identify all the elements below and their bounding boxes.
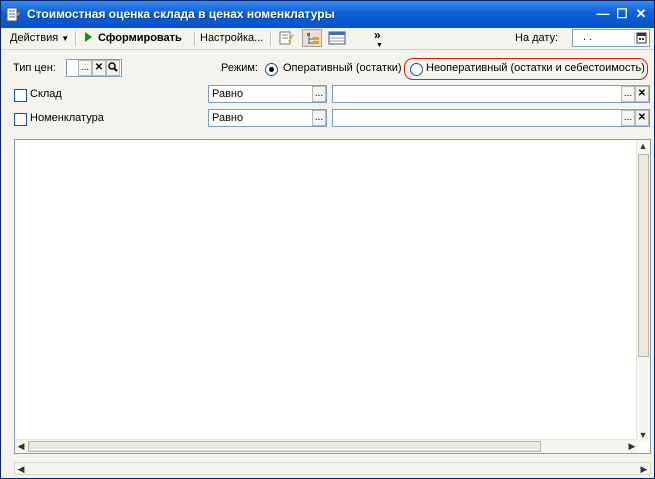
horizontal-scroll-thumb[interactable] — [28, 441, 541, 452]
vertical-scroll-thumb[interactable] — [638, 154, 649, 357]
mode-label: Режим: — [221, 62, 258, 74]
edit-report-icon[interactable] — [276, 29, 296, 47]
toolbar-separator — [75, 31, 77, 46]
horizontal-scrollbar[interactable]: ◀ ▶ — [15, 439, 638, 453]
price-type-select-button[interactable]: ... — [78, 60, 92, 76]
nomenclature-filter-row: Номенклатура Равно ... ... ✕ — [1, 108, 654, 130]
play-icon — [85, 32, 92, 42]
close-button[interactable]: ✕ — [633, 6, 649, 22]
vertical-scrollbar[interactable]: ▲ ▼ — [636, 140, 650, 441]
price-type-clear-button[interactable]: ✕ — [92, 60, 106, 76]
overflow-arrow-icon: ▼ — [376, 42, 383, 49]
actions-menu-button[interactable]: Действия ▼ — [10, 29, 69, 47]
report-window: Стоимостная оценка склада в ценах номенк… — [0, 0, 655, 479]
scroll-up-icon[interactable]: ▲ — [637, 140, 649, 152]
warehouse-clear-button[interactable]: ✕ — [635, 86, 649, 102]
warehouse-select-button[interactable]: ... — [621, 86, 635, 102]
price-type-field[interactable]: ... ✕ — [66, 59, 122, 77]
nomenclature-comparison-button[interactable]: ... — [312, 110, 326, 126]
calendar-icon[interactable] — [634, 31, 648, 45]
toolbar-separator — [270, 31, 272, 46]
table-view-icon[interactable] — [327, 29, 347, 47]
warehouse-checkbox[interactable] — [14, 89, 27, 102]
date-input[interactable]: . . — [572, 29, 650, 47]
nomenclature-checkbox[interactable] — [14, 113, 27, 126]
date-value: . . — [583, 31, 593, 43]
search-icon[interactable] — [106, 60, 120, 76]
nomenclature-select-button[interactable]: ... — [621, 110, 635, 126]
scroll-down-icon[interactable]: ▼ — [637, 429, 649, 441]
toolbar-separator — [194, 31, 196, 46]
report-result-area[interactable]: ▲ ▼ ◀ ▶ — [14, 139, 651, 454]
nomenclature-comparison-value: Равно — [212, 112, 244, 124]
scroll-right-icon[interactable]: ▶ — [626, 440, 638, 452]
command-bar: Действия ▼ Сформировать Настройка... » ▼… — [1, 28, 654, 50]
generate-label: Сформировать — [98, 32, 182, 44]
dropdown-arrow-icon: ▼ — [61, 34, 70, 43]
nomenclature-clear-button[interactable]: ✕ — [635, 110, 649, 126]
price-type-label: Тип цен: — [13, 62, 56, 74]
warehouse-comparison-value: Равно — [212, 88, 244, 100]
minimize-button[interactable]: — — [595, 6, 611, 22]
nomenclature-label: Номенклатура — [30, 112, 104, 124]
mode-operational-radio[interactable] — [265, 63, 278, 76]
report-document-icon — [6, 7, 20, 22]
title-bar[interactable]: Стоимостная оценка склада в ценах номенк… — [1, 1, 654, 28]
bottom-scroll-right-icon[interactable]: ▶ — [638, 463, 650, 475]
maximize-button[interactable]: ☐ — [614, 6, 630, 22]
generate-button[interactable]: Сформировать — [85, 29, 182, 47]
warehouse-filter-row: Склад Равно ... ... ✕ — [1, 84, 654, 106]
actions-label: Действия — [10, 32, 59, 44]
filter-tree-icon[interactable] — [302, 29, 322, 47]
warehouse-comparison-button[interactable]: ... — [312, 86, 326, 102]
scroll-left-icon[interactable]: ◀ — [15, 440, 27, 452]
settings-button[interactable]: Настройка... — [200, 29, 263, 47]
warehouse-value-field[interactable]: ... ✕ — [332, 85, 650, 103]
nomenclature-comparison-select[interactable]: Равно ... — [208, 109, 327, 127]
bottom-horizontal-scrollbar[interactable]: ◀ ▶ — [14, 462, 651, 475]
highlight-annotation — [404, 58, 648, 80]
window-title: Стоимостная оценка склада в ценах номенк… — [27, 7, 335, 21]
mode-operational-label[interactable]: Оперативный (остатки) — [283, 62, 402, 74]
warehouse-label: Склад — [30, 88, 62, 100]
warehouse-comparison-select[interactable]: Равно ... — [208, 85, 327, 103]
nomenclature-value-field[interactable]: ... ✕ — [332, 109, 650, 127]
bottom-scroll-left-icon[interactable]: ◀ — [15, 463, 27, 475]
radio-selected-dot — [269, 67, 274, 72]
date-label: На дату: — [515, 32, 559, 44]
